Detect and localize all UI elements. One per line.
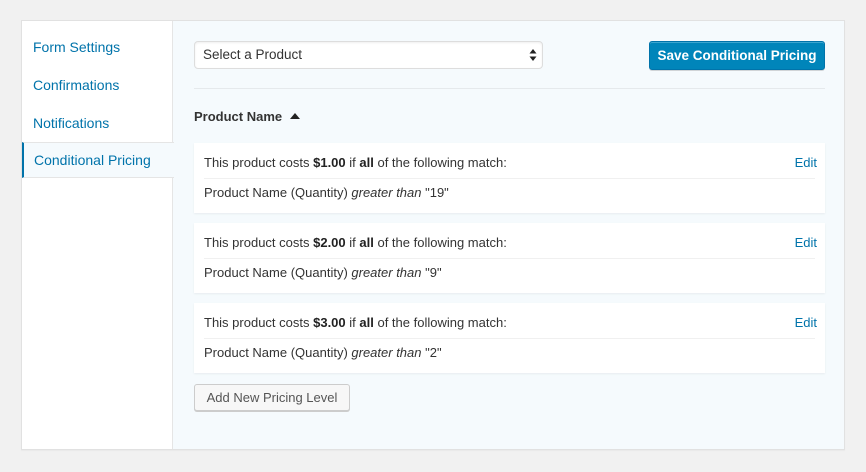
sidebar-nav: Form Settings Confirmations Notification… xyxy=(22,21,174,449)
summary-prefix: This product costs xyxy=(204,315,314,330)
pricing-level-rule: Product Name (Quantity) greater than "9" xyxy=(204,265,442,280)
summary-mid: if xyxy=(345,155,360,170)
summary-suffix: of the following match: xyxy=(373,315,507,330)
sidebar-item-conditional-pricing[interactable]: Conditional Pricing xyxy=(22,142,174,178)
match-type: all xyxy=(359,155,374,170)
pricing-level-price: $3.00 xyxy=(313,315,346,330)
sidebar-item-confirmations[interactable]: Confirmations xyxy=(22,66,172,104)
rule-value: "2" xyxy=(421,345,442,360)
match-type: all xyxy=(359,235,374,250)
pricing-level-price: $2.00 xyxy=(313,235,346,250)
summary-suffix: of the following match: xyxy=(373,235,507,250)
rule-value: "19" xyxy=(421,185,449,200)
header-divider xyxy=(194,88,825,89)
rule-field: Product Name (Quantity) xyxy=(204,345,352,360)
rule-field: Product Name (Quantity) xyxy=(204,185,352,200)
edit-link[interactable]: Edit xyxy=(795,315,817,330)
sort-ascending-icon xyxy=(290,112,301,119)
pricing-level-divider xyxy=(204,338,815,339)
sidebar-item-form-settings[interactable]: Form Settings xyxy=(22,28,172,66)
product-name-column-header[interactable]: Product Name xyxy=(194,109,301,124)
rule-value: "9" xyxy=(421,265,442,280)
rule-operator: greater than xyxy=(351,345,422,360)
pricing-level: This product costs $3.00 if all of the f… xyxy=(194,303,825,373)
rule-operator: greater than xyxy=(351,265,422,280)
match-type: all xyxy=(359,315,374,330)
pricing-level-divider xyxy=(204,258,815,259)
pricing-level: This product costs $1.00 if all of the f… xyxy=(194,143,825,213)
pricing-level-rule: Product Name (Quantity) greater than "19… xyxy=(204,185,449,200)
pricing-level-summary: This product costs $2.00 if all of the f… xyxy=(204,235,507,250)
product-select-value: Select a Product xyxy=(203,47,303,62)
pricing-level-rule: Product Name (Quantity) greater than "2" xyxy=(204,345,442,360)
up-down-arrows-icon xyxy=(529,49,537,61)
pricing-level-summary: This product costs $3.00 if all of the f… xyxy=(204,315,507,330)
summary-prefix: This product costs xyxy=(204,235,314,250)
summary-prefix: This product costs xyxy=(204,155,314,170)
rule-field: Product Name (Quantity) xyxy=(204,265,352,280)
settings-panel: Form Settings Confirmations Notification… xyxy=(21,20,845,450)
summary-suffix: of the following match: xyxy=(373,155,507,170)
column-header-label: Product Name xyxy=(194,109,283,124)
main-content: Select a Product Save Conditional Pricin… xyxy=(173,21,844,449)
product-select[interactable]: Select a Product xyxy=(194,41,543,69)
pricing-level: This product costs $2.00 if all of the f… xyxy=(194,223,825,293)
edit-link[interactable]: Edit xyxy=(795,155,817,170)
save-conditional-pricing-button[interactable]: Save Conditional Pricing xyxy=(649,41,825,70)
summary-mid: if xyxy=(345,315,360,330)
sidebar-item-notifications[interactable]: Notifications xyxy=(22,104,172,142)
edit-link[interactable]: Edit xyxy=(795,235,817,250)
pricing-level-price: $1.00 xyxy=(313,155,346,170)
pricing-level-divider xyxy=(204,178,815,179)
add-new-pricing-level-button[interactable]: Add New Pricing Level xyxy=(194,384,350,411)
summary-mid: if xyxy=(345,235,360,250)
rule-operator: greater than xyxy=(351,185,422,200)
pricing-level-summary: This product costs $1.00 if all of the f… xyxy=(204,155,507,170)
